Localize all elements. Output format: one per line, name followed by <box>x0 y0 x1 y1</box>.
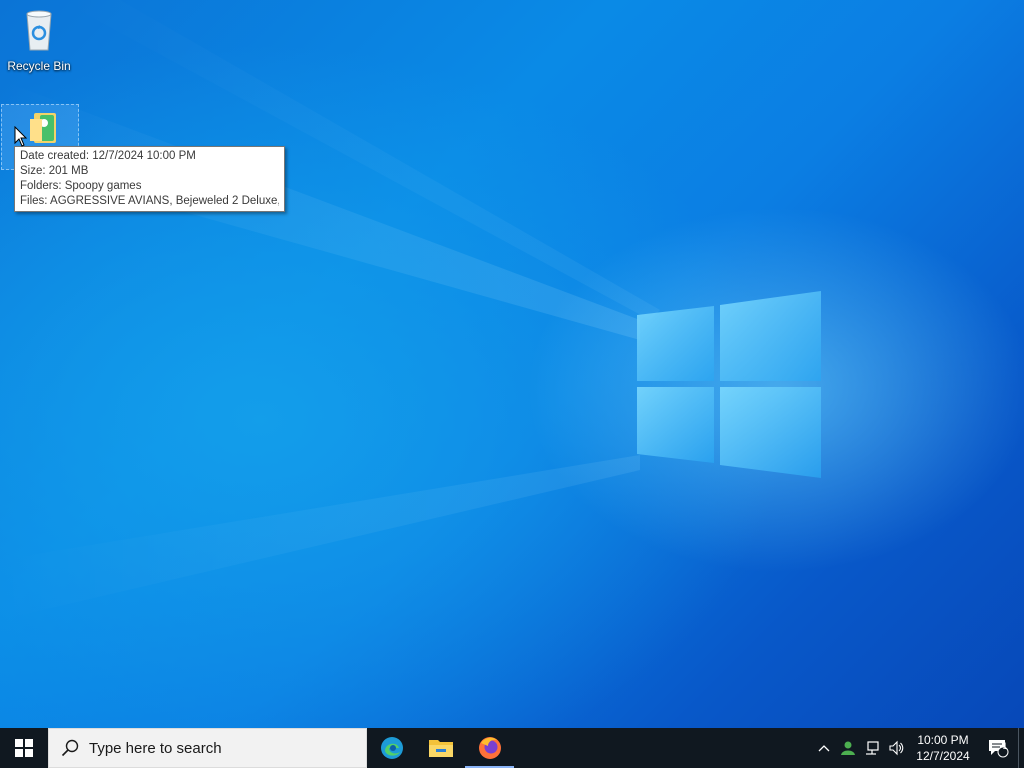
taskbar-app-firefox[interactable] <box>465 728 514 768</box>
file-explorer-icon <box>428 740 453 757</box>
taskbar: Type here to search 10:00 PM 12/7/2024 1 <box>0 728 1024 768</box>
chevron-up-icon <box>818 745 830 752</box>
tray-user-button[interactable] <box>836 728 860 768</box>
tooltip-files: Files: AGGRESSIVE AVIANS, Bejeweled 2 De… <box>20 195 279 207</box>
recycle-bin-icon-item[interactable]: Recycle Bin <box>0 6 78 73</box>
tooltip-folders: Folders: Spoopy games <box>20 180 142 192</box>
system-tray: 10:00 PM 12/7/2024 1 <box>812 728 1024 768</box>
windows-wallpaper <box>0 0 821 620</box>
firefox-icon <box>478 737 501 759</box>
show-hidden-icons-button[interactable] <box>812 728 836 768</box>
show-desktop-button[interactable] <box>1018 728 1024 768</box>
taskbar-app-file-explorer[interactable] <box>416 728 465 768</box>
clock-time: 10:00 PM <box>917 733 969 747</box>
action-center-button[interactable]: 1 <box>978 728 1018 768</box>
recycle-bin-label: Recycle Bin <box>7 59 71 73</box>
recycle-bin-icon <box>26 10 52 51</box>
windows-logo <box>637 291 821 478</box>
clock-date: 12/7/2024 <box>916 749 970 763</box>
search-placeholder: Type here to search <box>89 739 222 757</box>
edge-icon <box>380 737 403 759</box>
clock[interactable]: 10:00 PM 12/7/2024 <box>912 732 974 764</box>
desktop[interactable]: Recycle Bin Date created: 12/7/2024 10:0… <box>0 0 1024 728</box>
user-account-icon <box>841 741 855 755</box>
search-icon <box>61 739 79 757</box>
network-button[interactable] <box>860 728 884 768</box>
notification-count-badge: 1 <box>1002 741 1008 751</box>
volume-icon <box>889 740 904 756</box>
volume-button[interactable] <box>884 728 908 768</box>
mouse-cursor-icon <box>14 126 28 147</box>
tooltip-date-created: Date created: 12/7/2024 10:00 PM <box>20 150 196 162</box>
folder-info-tooltip: Date created: 12/7/2024 10:00 PM Size: 2… <box>14 146 285 212</box>
start-button[interactable] <box>0 728 48 768</box>
network-icon <box>866 741 879 755</box>
taskbar-search-box[interactable]: Type here to search <box>48 728 367 768</box>
taskbar-app-edge[interactable] <box>367 728 416 768</box>
windows-start-icon <box>15 739 33 757</box>
tooltip-size: Size: 201 MB <box>20 165 89 177</box>
